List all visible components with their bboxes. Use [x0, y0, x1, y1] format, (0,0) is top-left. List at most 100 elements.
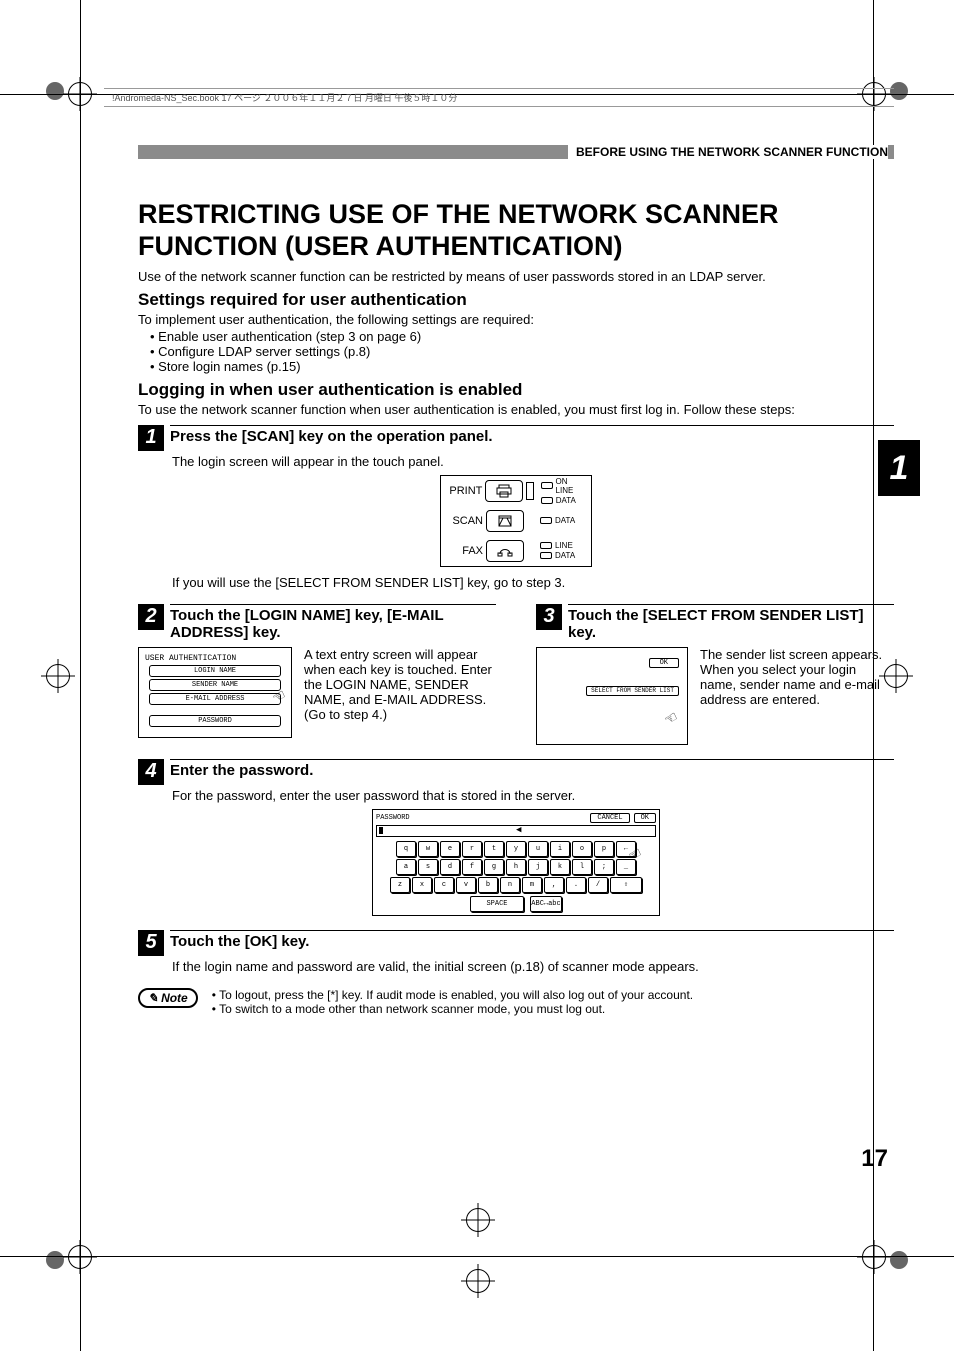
step-4: 4 Enter the password. — [138, 759, 894, 785]
key: m — [522, 877, 542, 893]
keyboard-diagram: PASSWORD CANCEL OK ◀ q w e r t y — [372, 809, 660, 916]
kb-row: z x c v b n m , . / ⇧ — [376, 877, 656, 893]
key: y — [506, 841, 526, 857]
pencil-icon: ✎ — [148, 991, 158, 1005]
key: z — [390, 877, 410, 893]
kb-row: a s d f g h j k l ; _ — [376, 859, 656, 875]
bullet-item: Configure LDAP server settings (p.8) — [150, 344, 894, 359]
key: t — [484, 841, 504, 857]
key: ; — [594, 859, 614, 875]
key: a — [396, 859, 416, 875]
step-1: 1 Press the [SCAN] key on the operation … — [138, 425, 894, 451]
key: h — [506, 859, 526, 875]
ok-button: OK — [649, 658, 679, 668]
kb-entry-field: ◀ — [376, 825, 656, 837]
content: RESTRICTING USE OF THE NETWORK SCANNER F… — [138, 198, 894, 1016]
step-body: A text entry screen will appear when eac… — [304, 647, 496, 738]
step-number: 3 — [536, 604, 562, 630]
note-list: To logout, press the [*] key. If audit m… — [212, 988, 693, 1016]
ok-button: OK — [634, 813, 656, 823]
reg-mark — [466, 1208, 490, 1232]
key: . — [566, 877, 586, 893]
key: i — [550, 841, 570, 857]
hand-pointer-icon: ☜ — [269, 685, 289, 709]
note-item: To switch to a mode other than network s… — [212, 1002, 693, 1016]
email-address-field: E-MAIL ADDRESS — [149, 693, 281, 705]
bullet-item: Enable user authentication (step 3 on pa… — [150, 329, 894, 344]
page: !Andromeda-NS_Sec.book 17 ページ ２００６年１１月２７… — [0, 0, 954, 1351]
step-title: Touch the [LOGIN NAME] key, [E-MAIL ADDR… — [170, 604, 496, 641]
key: j — [528, 859, 548, 875]
note-label: Note — [161, 991, 188, 1005]
key: u — [528, 841, 548, 857]
step-5: 5 Touch the [OK] key. — [138, 930, 894, 956]
key: o — [572, 841, 592, 857]
key: e — [440, 841, 460, 857]
led-label: DATA — [555, 551, 575, 560]
crop-line — [80, 0, 81, 1351]
led-label: DATA — [556, 496, 576, 505]
section-heading-login: Logging in when user authentication is e… — [138, 380, 894, 400]
password-field: PASSWORD — [149, 715, 281, 727]
key: r — [462, 841, 482, 857]
hand-pointer-icon: ☜ — [661, 707, 681, 731]
step-title: Touch the [SELECT FROM SENDER LIST] key. — [568, 604, 894, 641]
panel-row-scan: SCAN DATA — [441, 506, 591, 536]
step1-after: If you will use the [SELECT FROM SENDER … — [172, 575, 894, 590]
key: / — [588, 877, 608, 893]
key: w — [418, 841, 438, 857]
step-title: Touch the [OK] key. — [170, 930, 894, 950]
kb-title: PASSWORD — [376, 814, 410, 822]
key: p — [594, 841, 614, 857]
reg-dot — [890, 1251, 908, 1269]
step-title: Press the [SCAN] key on the operation pa… — [170, 425, 894, 445]
mode-key: ABC↔abc — [530, 896, 562, 912]
key: f — [462, 859, 482, 875]
running-head: BEFORE USING THE NETWORK SCANNER FUNCTIO… — [568, 145, 888, 159]
step-body: The login screen will appear in the touc… — [172, 454, 894, 469]
step-number: 4 — [138, 759, 164, 785]
section1-lead: To implement user authentication, the fo… — [138, 312, 894, 327]
sender-list-diagram: OK SELECT FROM SENDER LIST ☜ — [536, 647, 688, 745]
crop-line — [0, 1256, 954, 1257]
key: v — [456, 877, 476, 893]
cancel-button: CANCEL — [590, 813, 629, 823]
panel-row-fax: FAX LINE DATA — [441, 536, 591, 566]
step-body: For the password, enter the user passwor… — [172, 788, 894, 803]
reg-mark — [862, 1245, 886, 1269]
login-name-field: LOGIN NAME — [149, 665, 281, 677]
print-icon — [485, 480, 522, 502]
fax-icon — [486, 540, 524, 562]
shift-key: ⇧ — [610, 877, 642, 893]
key: g — [484, 859, 504, 875]
kb-row: q w e r t y u i o p ← — [376, 841, 656, 857]
note-item: To logout, press the [*] key. If audit m… — [212, 988, 693, 1002]
space-key: SPACE — [470, 896, 524, 912]
step-3: 3 Touch the [SELECT FROM SENDER LIST] ke… — [536, 596, 894, 745]
key: d — [440, 859, 460, 875]
note-block: ✎ Note To logout, press the [*] key. If … — [138, 988, 894, 1016]
key: b — [478, 877, 498, 893]
operation-panel-diagram: PRINT ON LINE DATA SCAN — [440, 475, 592, 567]
step-title: Enter the password. — [170, 759, 894, 779]
panel-label: PRINT — [445, 485, 482, 497]
panel-row-print: PRINT ON LINE DATA — [441, 476, 591, 506]
panel-label: FAX — [445, 545, 483, 557]
led-label: ON LINE — [556, 477, 587, 495]
auth-title: USER AUTHENTICATION — [145, 654, 285, 663]
key: n — [500, 877, 520, 893]
reg-dot — [46, 1251, 64, 1269]
led-label: LINE — [555, 541, 573, 550]
key: s — [418, 859, 438, 875]
rocker-icon — [526, 482, 534, 500]
reg-mark — [46, 664, 70, 688]
note-badge: ✎ Note — [138, 988, 198, 1008]
select-from-sender-list-button: SELECT FROM SENDER LIST — [586, 686, 679, 697]
step-body: The sender list screen appears. When you… — [700, 647, 894, 745]
key: l — [572, 859, 592, 875]
section2-lead: To use the network scanner function when… — [138, 402, 894, 417]
panel-label: SCAN — [445, 515, 483, 527]
intro-text: Use of the network scanner function can … — [138, 269, 894, 284]
step-body: If the login name and password are valid… — [172, 959, 894, 974]
key: k — [550, 859, 570, 875]
